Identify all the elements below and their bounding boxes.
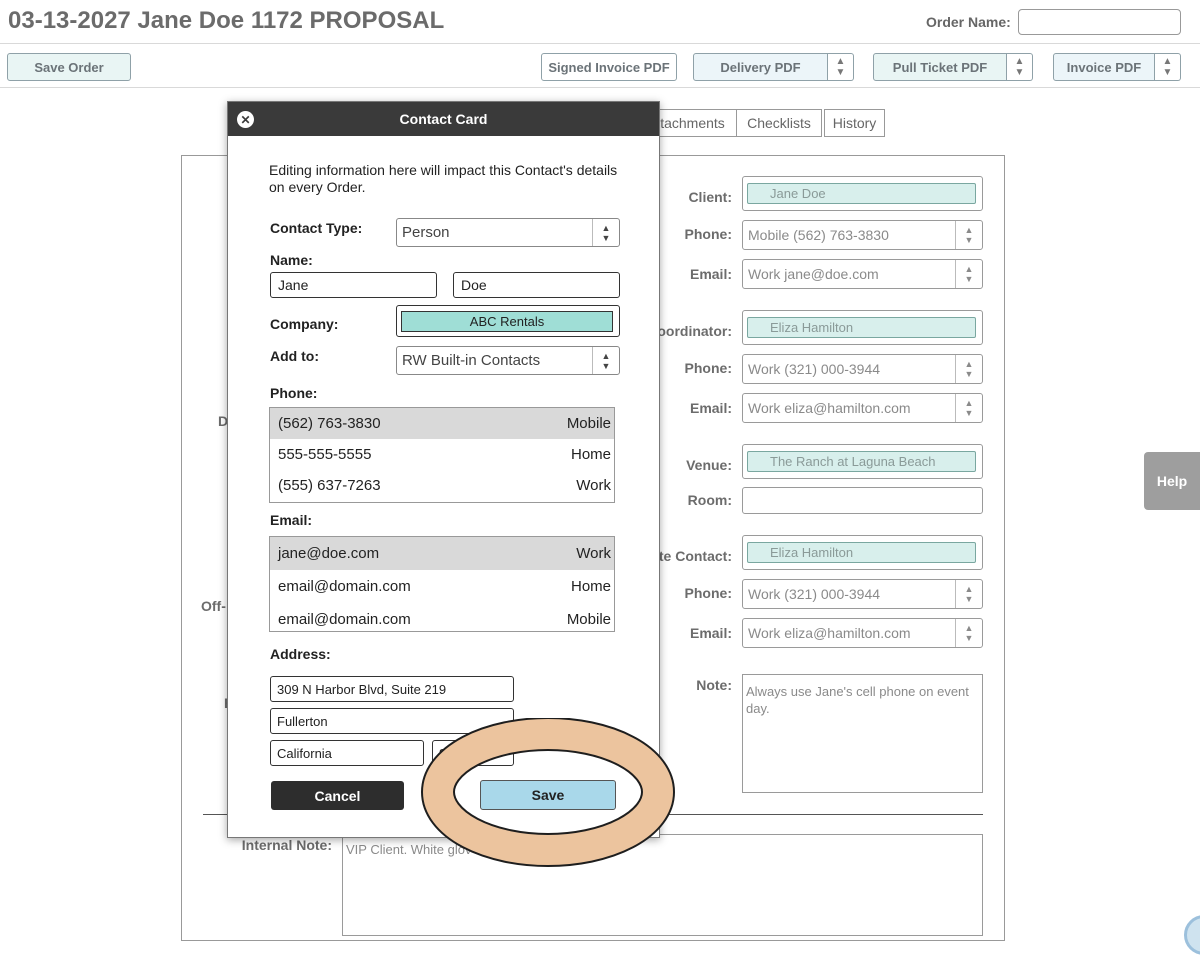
site-contact-chip[interactable]: Eliza Hamilton (747, 542, 976, 563)
internal-note-label: Internal Note: (241, 837, 332, 853)
cancel-button[interactable]: Cancel (271, 781, 404, 810)
last-name-input[interactable]: Doe (453, 272, 620, 298)
email-address: email@domain.com (278, 578, 411, 595)
email-type: Mobile (566, 611, 611, 628)
add-to-value: RW Built-in Contacts (402, 352, 541, 369)
pull-ticket-pdf-button[interactable]: Pull Ticket PDF (873, 53, 1007, 81)
room-input[interactable] (742, 487, 983, 514)
select-arrows-icon: ▲ ▼ (955, 355, 982, 383)
phone-list: (562) 763-3830 Mobile 555-555-5555 Home (5… (269, 407, 615, 503)
coordinator-email-value: Work eliza@hamilton.com (748, 400, 911, 416)
help-tab[interactable]: Help (1144, 452, 1200, 510)
order-name-label: Order Name: (926, 14, 1011, 30)
phone-type: Home (570, 446, 611, 463)
site-contact-email-select[interactable]: Work eliza@hamilton.com ▲ ▼ (742, 618, 983, 648)
company-label: Company: (270, 316, 339, 332)
signed-invoice-pdf-button[interactable]: Signed Invoice PDF (541, 53, 677, 81)
email-list: jane@doe.com Work email@domain.com Home em… (269, 536, 615, 632)
select-arrows-icon: ▲ ▼ (955, 221, 982, 249)
contact-type-label: Contact Type: (270, 220, 363, 236)
email-type: Home (570, 578, 611, 595)
client-email-select[interactable]: Work jane@doe.com ▲ ▼ (742, 259, 983, 289)
tab-checklists[interactable]: Checklists (736, 109, 822, 137)
first-name-input[interactable]: Jane (270, 272, 437, 298)
site-contact-phone-select[interactable]: Work (321) 000-3944 ▲ ▼ (742, 579, 983, 609)
invoice-pdf-options-icon[interactable]: ▲ ▼ (1155, 53, 1181, 81)
select-arrows-icon: ▲ ▼ (592, 347, 619, 374)
list-item[interactable]: email@domain.com Home (270, 570, 614, 603)
coordinator-phone-select[interactable]: Work (321) 000-3944 ▲ ▼ (742, 354, 983, 384)
client-chip[interactable]: Jane Doe (747, 183, 976, 204)
left-field-fragment: Off- (201, 598, 226, 614)
list-item[interactable]: (562) 763-3830 Mobile (270, 408, 614, 439)
state-input[interactable]: California (270, 740, 424, 766)
email-label: Email: (270, 512, 313, 528)
client-phone-select[interactable]: Mobile (562) 763-3830 ▲ ▼ (742, 220, 983, 250)
email-address: jane@doe.com (278, 545, 380, 562)
note-textarea[interactable]: Always use Jane's cell phone on event da… (742, 674, 983, 793)
venue-chip[interactable]: The Ranch at Laguna Beach (747, 451, 976, 472)
order-name-input[interactable] (1018, 9, 1181, 35)
save-button[interactable]: Save (480, 780, 616, 810)
add-to-label: Add to: (270, 348, 319, 364)
contact-type-value: Person (402, 224, 450, 241)
phone-number: (562) 763-3830 (278, 415, 381, 432)
add-to-select[interactable]: RW Built-in Contacts ▲ ▼ (396, 346, 620, 375)
phone-number: 555-555-5555 (278, 446, 372, 463)
modal-title: Contact Card (399, 111, 488, 127)
phone-label: Phone: (270, 385, 318, 401)
address-line1-input[interactable]: 309 N Harbor Blvd, Suite 219 (270, 676, 514, 702)
client-email-value: Work jane@doe.com (748, 266, 879, 282)
modal-header: Contact Card (228, 102, 659, 136)
email-address: email@domain.com (278, 611, 411, 628)
site-contact-phone-value: Work (321) 000-3944 (748, 586, 881, 602)
corner-badge (1184, 915, 1200, 955)
phone-type: Mobile (566, 415, 611, 432)
address-label: Address: (270, 646, 331, 662)
site-contact-email-value: Work eliza@hamilton.com (748, 625, 911, 641)
company-chip[interactable]: ABC Rentals (401, 311, 613, 332)
coordinator-chip[interactable]: Eliza Hamilton (747, 317, 976, 338)
client-phone-value: Mobile (562) 763-3830 (748, 227, 889, 243)
contact-type-select[interactable]: Person ▲ ▼ (396, 218, 620, 247)
coordinator-phone-value: Work (321) 000-3944 (748, 361, 881, 377)
select-arrows-icon: ▲ ▼ (955, 619, 982, 647)
save-order-button[interactable]: Save Order (7, 53, 131, 81)
coordinator-email-select[interactable]: Work eliza@hamilton.com ▲ ▼ (742, 393, 983, 423)
tab-attachments[interactable]: tachments (648, 109, 736, 137)
email-type: Work (576, 545, 611, 562)
list-item[interactable]: jane@doe.com Work (270, 537, 614, 570)
list-item[interactable]: (555) 637-7263 Work (270, 470, 614, 501)
delivery-pdf-button[interactable]: Delivery PDF (693, 53, 828, 81)
phone-number: (555) 637-7263 (278, 477, 381, 494)
name-label: Name: (270, 252, 313, 268)
page-title: 03-13-2027 Jane Doe 1172 PROPOSAL (8, 7, 445, 34)
select-arrows-icon: ▲ ▼ (955, 580, 982, 608)
select-arrows-icon: ▲ ▼ (955, 260, 982, 288)
select-arrows-icon: ▲ ▼ (955, 394, 982, 422)
phone-type: Work (576, 477, 611, 494)
pull-ticket-pdf-options-icon[interactable]: ▲ ▼ (1007, 53, 1033, 81)
select-arrows-icon: ▲ ▼ (592, 219, 619, 246)
invoice-pdf-button[interactable]: Invoice PDF (1053, 53, 1155, 81)
list-item[interactable]: email@domain.com Mobile (270, 603, 614, 631)
tab-history[interactable]: History (824, 109, 885, 137)
delivery-pdf-options-icon[interactable]: ▲ ▼ (828, 53, 854, 81)
modal-info-text: Editing information here will impact thi… (269, 162, 618, 195)
list-item[interactable]: 555-555-5555 Home (270, 439, 614, 470)
close-icon[interactable]: ✕ (237, 111, 254, 128)
